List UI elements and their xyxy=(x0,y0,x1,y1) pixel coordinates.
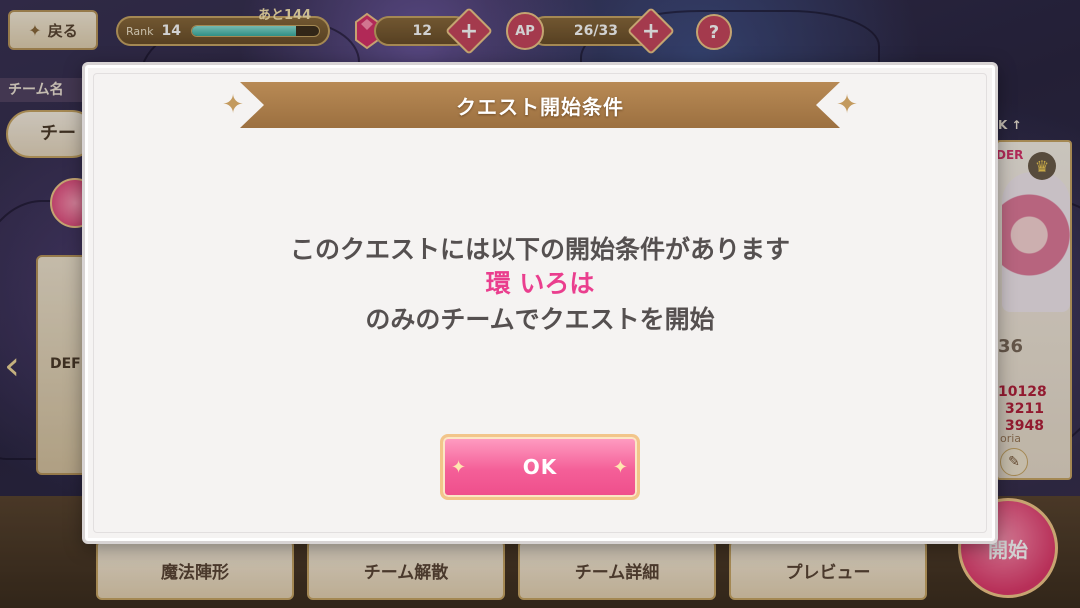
ok-button[interactable]: ✦ OK ✦ xyxy=(440,434,640,500)
banner-right-ornament-icon: ✦ xyxy=(836,90,858,120)
dialog-message-line1: このクエストには以下の開始条件があります xyxy=(289,235,790,264)
ok-left-ornament-icon: ✦ xyxy=(451,457,468,478)
dialog-message-line3: のみのチームでクエストを開始 xyxy=(365,305,715,334)
dialog-title-banner: クエスト開始条件 xyxy=(240,82,840,128)
ok-button-label: OK xyxy=(522,455,558,479)
dialog-required-character: 環 いろは xyxy=(485,269,595,298)
dialog-title: クエスト開始条件 xyxy=(456,94,624,119)
banner-left-ornament-icon: ✦ xyxy=(222,90,244,120)
ok-right-ornament-icon: ✦ xyxy=(612,457,629,478)
